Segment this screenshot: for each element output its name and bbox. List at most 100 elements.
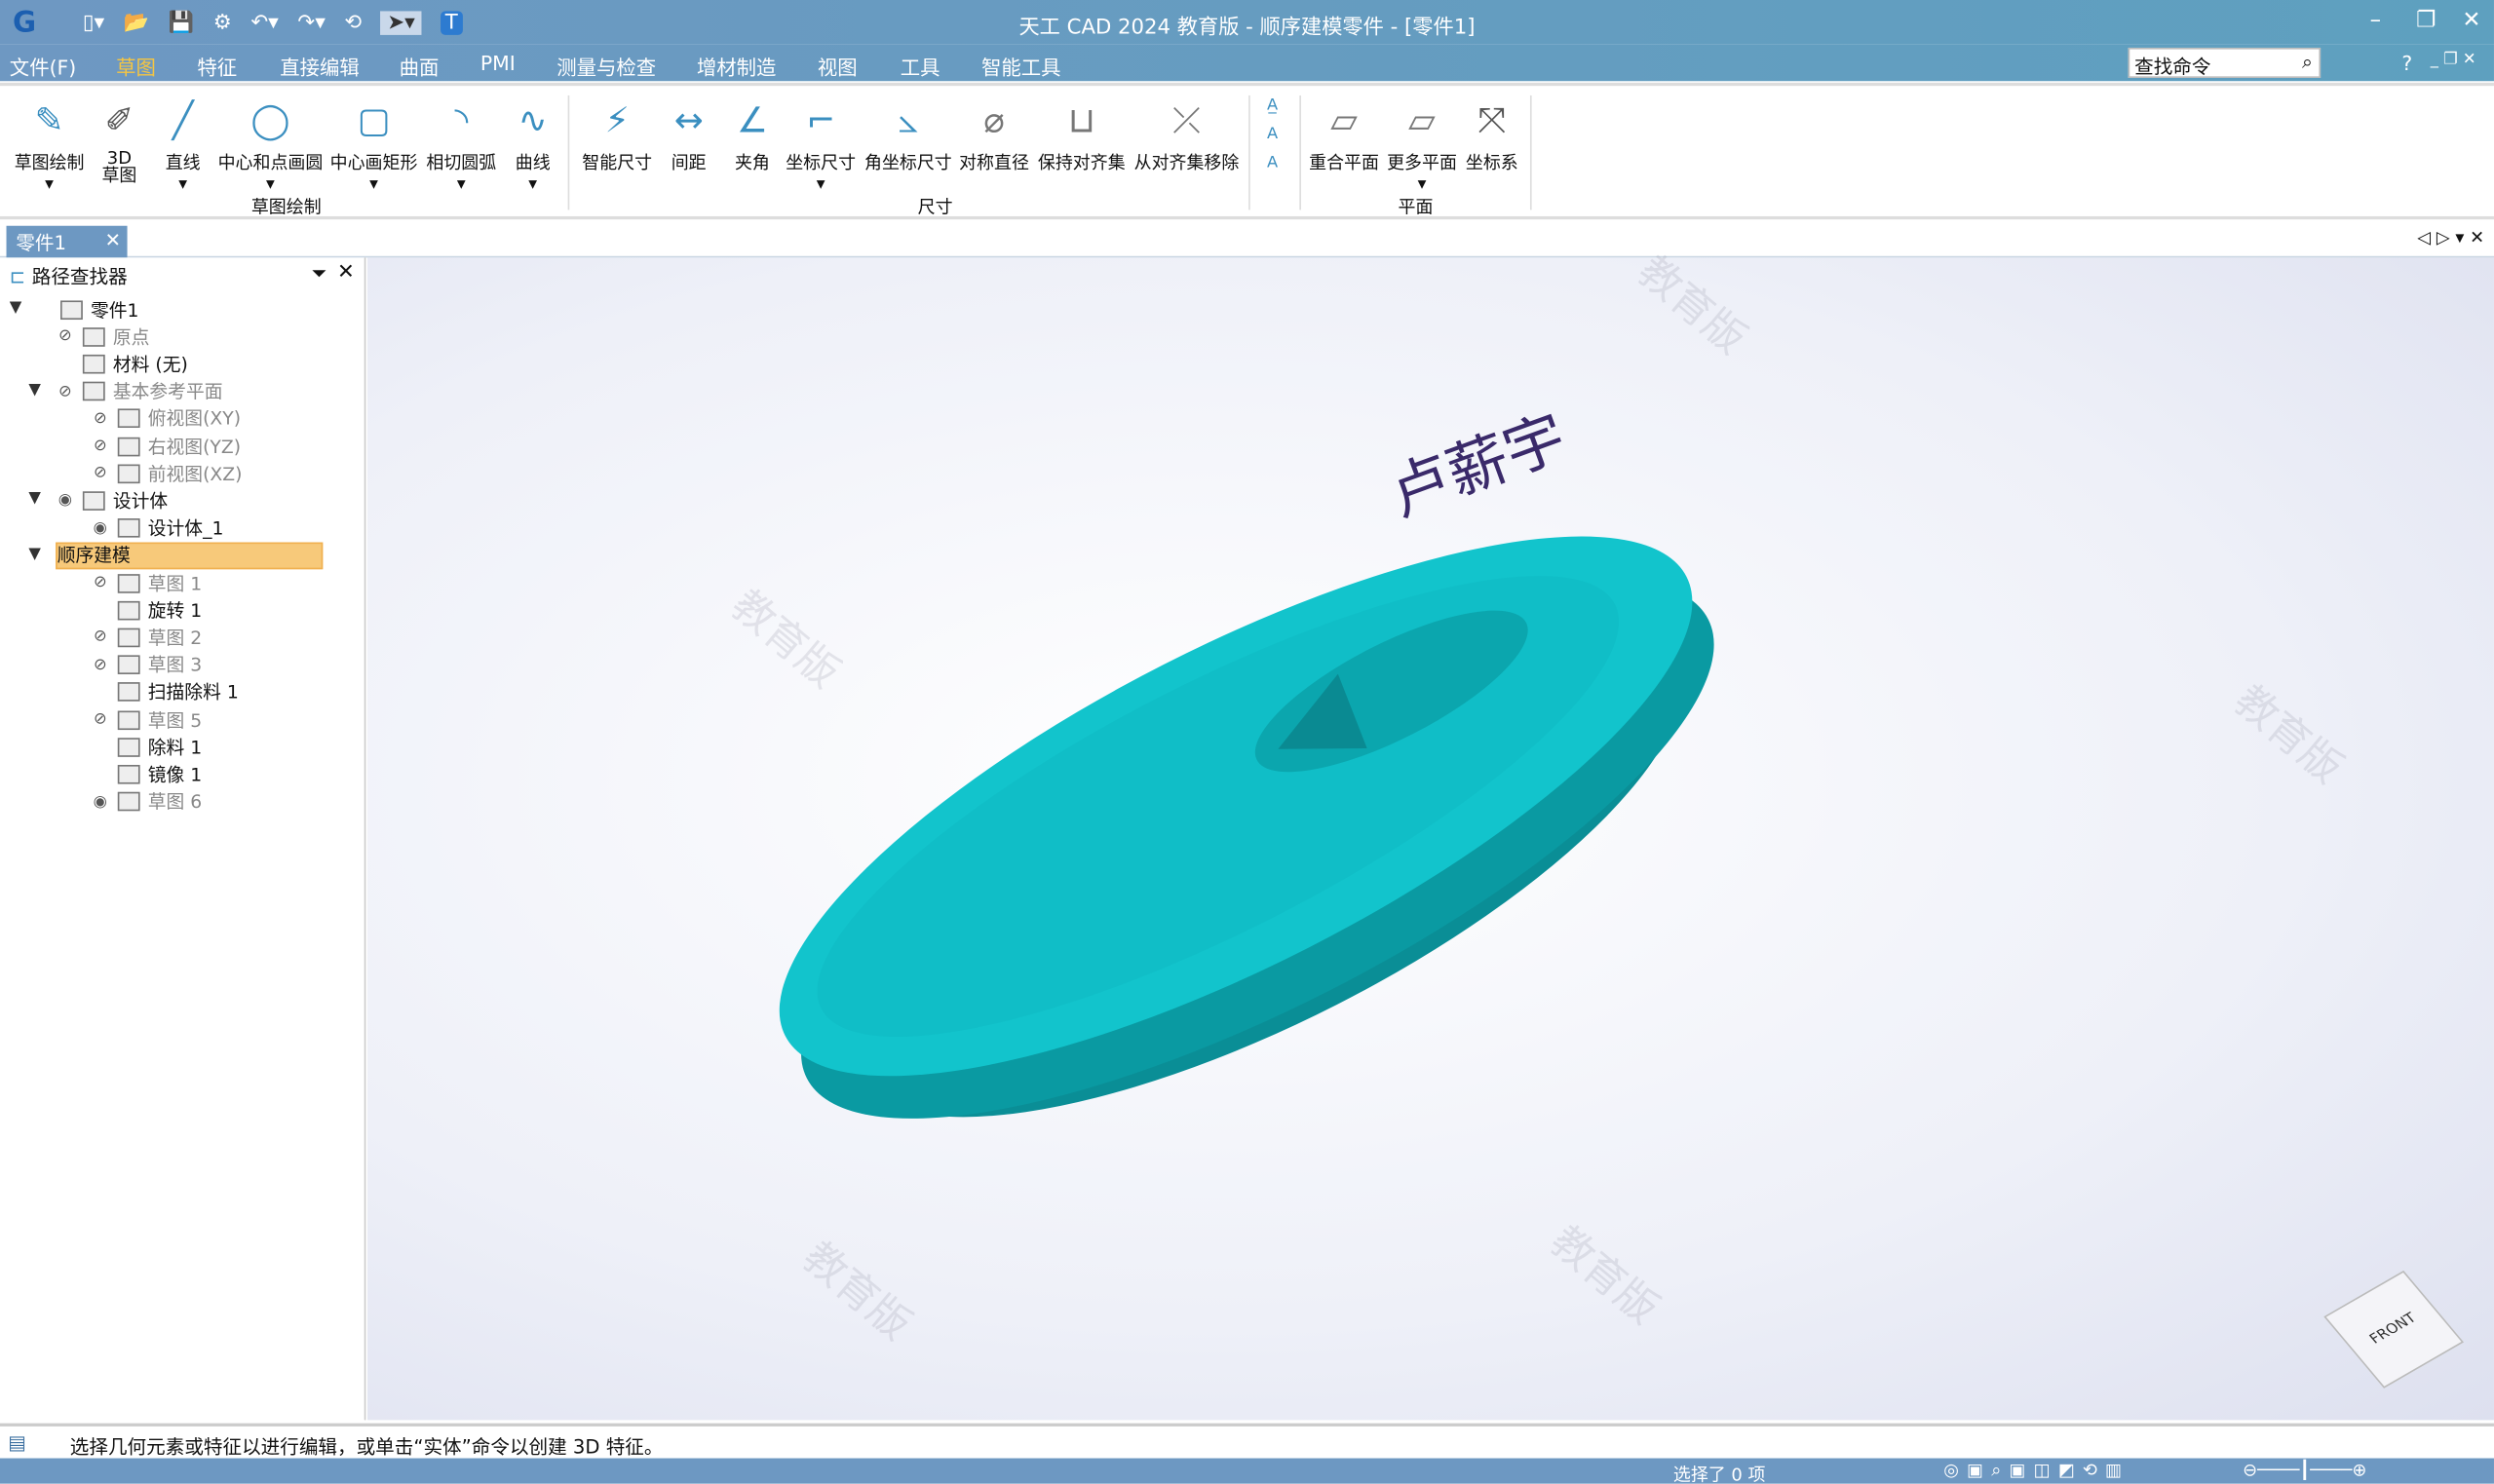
- center-rectangle-button[interactable]: ▢ 中心画矩形 ▼: [329, 93, 418, 191]
- tree-item[interactable]: ◉ 草图 6: [89, 788, 203, 816]
- hidden-eye-icon[interactable]: ⊘: [89, 711, 111, 729]
- visible-eye-icon[interactable]: ◉: [89, 793, 111, 811]
- line-button[interactable]: ╱ 直线 ▼: [159, 93, 207, 191]
- label: 3D 草图: [101, 147, 137, 186]
- menu-pmi[interactable]: PMI: [480, 51, 516, 74]
- expand-toggle[interactable]: ▼: [10, 299, 22, 317]
- tree-item-label: 草图 2: [147, 626, 203, 649]
- curve-icon: ∿: [518, 100, 548, 141]
- tangent-arc-button[interactable]: ◝ 相切圆弧 ▼: [425, 93, 498, 191]
- visible-eye-icon[interactable]: ◉: [89, 519, 111, 537]
- tree-item[interactable]: ⊘ 草图 2: [89, 624, 202, 651]
- symmetric-diameter-button[interactable]: ⌀ 对称直径: [957, 93, 1030, 175]
- expand-toggle[interactable]: ▼: [28, 490, 41, 508]
- tree-item[interactable]: 零件1: [32, 296, 139, 323]
- text-format-buttons[interactable]: A̲ A A: [1256, 93, 1288, 178]
- divider: [1529, 95, 1532, 210]
- tree-item[interactable]: ⊘ 右视图(YZ): [89, 433, 241, 460]
- label: 间距: [671, 152, 707, 173]
- menu-tools[interactable]: 工具: [901, 51, 940, 81]
- pathfinder-close-icon[interactable]: ✕: [337, 261, 355, 285]
- feature-icon: [117, 518, 140, 538]
- menu-measure[interactable]: 测量与检查: [556, 51, 656, 81]
- restore-button[interactable]: ❐: [2416, 8, 2436, 33]
- 3d-sketch-button[interactable]: ✐ 3D 草图: [96, 93, 143, 185]
- feature-icon: [117, 600, 140, 620]
- remove-from-alignment-button[interactable]: ⤫ 从对齐集移除: [1131, 93, 1242, 175]
- curve-button[interactable]: ∿ 曲线 ▼: [506, 93, 559, 191]
- tree-item[interactable]: ◉ 设计体_1: [89, 514, 224, 542]
- hidden-eye-icon[interactable]: ⊘: [54, 383, 76, 400]
- menu-file[interactable]: 文件(F): [10, 51, 76, 81]
- tree-item-label: 镜像 1: [147, 763, 203, 786]
- tree-item[interactable]: 除料 1: [89, 734, 202, 761]
- tree-item[interactable]: 材料 (无): [54, 351, 188, 378]
- tree-item[interactable]: 镜像 1: [89, 761, 202, 788]
- search-icon[interactable]: ⌕: [2302, 51, 2313, 74]
- feature-icon: [82, 381, 105, 401]
- expand-toggle[interactable]: ▼: [28, 545, 41, 562]
- visible-eye-icon[interactable]: ◉: [54, 492, 76, 510]
- hidden-eye-icon[interactable]: ⊘: [89, 410, 111, 428]
- label: 坐标系: [1465, 152, 1518, 173]
- tree-item-label: 基本参考平面: [112, 380, 223, 403]
- tree-item[interactable]: ⊘ 基本参考平面: [54, 378, 222, 405]
- angular-coordinate-button[interactable]: ⦣ 角坐标尺寸: [863, 93, 955, 175]
- hidden-eye-icon[interactable]: ⊘: [89, 628, 111, 646]
- more-planes-icon: ▱: [1408, 100, 1436, 141]
- label: 坐标尺寸: [786, 152, 857, 173]
- menu-direct-edit[interactable]: 直接编辑: [280, 51, 360, 81]
- center-point-circle-button[interactable]: ◯ 中心和点画圆 ▼: [216, 93, 325, 191]
- pathfinder-icon: ⊏: [9, 264, 26, 287]
- close-tab-icon[interactable]: ✕: [105, 229, 121, 251]
- command-search-input[interactable]: 查找命令 ⌕: [2128, 47, 2321, 78]
- minimize-button[interactable]: –: [2370, 8, 2381, 33]
- distance-button[interactable]: ↔ 间距: [662, 93, 715, 175]
- tree-item-label: 零件1: [91, 298, 139, 321]
- feature-icon: [117, 764, 140, 784]
- tree-item[interactable]: ⊘ 草图 3: [89, 651, 202, 678]
- pathfinder-panel: ⊏ 路径查找器 ⏷ ✕ ▼ 零件1 ⊘ 原点 材料 (无) ▼ ⊘ 基本参考平面 ⊘ 俯视图(XY…: [0, 257, 366, 1421]
- keep-alignment-set-button[interactable]: ⊔ 保持对齐集: [1035, 93, 1128, 175]
- hidden-eye-icon[interactable]: ⊘: [89, 465, 111, 482]
- expand-toggle[interactable]: ▼: [28, 381, 41, 399]
- tree-item[interactable]: ⊘ 草图 1: [89, 569, 202, 596]
- coordinate-dimension-button[interactable]: ⌐ 坐标尺寸 ▼: [785, 93, 858, 191]
- angle-button[interactable]: ∠ 夹角: [725, 93, 779, 175]
- group-label-sketch: 草图绘制: [250, 197, 322, 218]
- 3d-viewport[interactable]: 教育版 教育版 教育版 教育版 教育版 卢薪宇 FRONT: [366, 247, 2494, 1421]
- tab-part1[interactable]: 零件1 ✕: [6, 225, 128, 258]
- pathfinder-menu-icon[interactable]: ⏷: [312, 262, 327, 285]
- coincident-plane-button[interactable]: ▱ 重合平面: [1308, 93, 1381, 175]
- help-button[interactable]: ?: [2401, 51, 2412, 74]
- menu-additive[interactable]: 增材制造: [697, 51, 777, 81]
- view-tools[interactable]: ◎▣⌕▣◫◩⟲▥: [1943, 1460, 2129, 1482]
- menu-smart-tools[interactable]: 智能工具: [981, 51, 1061, 81]
- tree-item[interactable]: ◉ 设计体: [54, 487, 168, 514]
- hidden-eye-icon[interactable]: ⊘: [89, 656, 111, 673]
- menu-view[interactable]: 视图: [818, 51, 858, 81]
- tree-item-label: 俯视图(XY): [147, 407, 242, 431]
- menu-surface[interactable]: 曲面: [400, 51, 440, 81]
- tree-item[interactable]: ⊘ 前视图(XZ): [89, 460, 242, 487]
- rectangle-icon: ▢: [357, 100, 391, 141]
- tree-item[interactable]: ⊘ 俯视图(XY): [89, 405, 241, 433]
- tree-item[interactable]: 旋转 1: [89, 596, 202, 624]
- smart-dimension-button[interactable]: ⚡ 智能尺寸: [581, 93, 654, 175]
- hidden-eye-icon[interactable]: ⊘: [89, 438, 111, 455]
- tab-nav-controls[interactable]: ◁ ▷ ▾ ✕: [2417, 227, 2484, 247]
- hidden-eye-icon[interactable]: ⊘: [89, 574, 111, 591]
- coordinate-system-button[interactable]: ⤧ 坐标系: [1463, 93, 1520, 175]
- zoom-slider[interactable]: ⊖────┃────⊕: [2243, 1460, 2366, 1480]
- tree-item[interactable]: ⊘ 草图 5: [89, 706, 202, 734]
- tree-item[interactable]: 扫描除料 1: [89, 679, 239, 706]
- sketch-draw-button[interactable]: ✎ 草图绘制 ▼: [10, 93, 90, 191]
- tree-item[interactable]: 顺序建模: [56, 542, 324, 569]
- hidden-eye-icon[interactable]: ⊘: [54, 327, 76, 345]
- more-planes-button[interactable]: ▱ 更多平面 ▼: [1385, 93, 1458, 191]
- tree-item[interactable]: ⊘ 原点: [54, 323, 149, 351]
- doc-window-controls[interactable]: _ ❐ ✕: [2431, 51, 2476, 68]
- close-button[interactable]: ✕: [2462, 8, 2480, 33]
- feature-icon: [82, 354, 105, 374]
- menu-feature[interactable]: 特征: [197, 51, 237, 81]
